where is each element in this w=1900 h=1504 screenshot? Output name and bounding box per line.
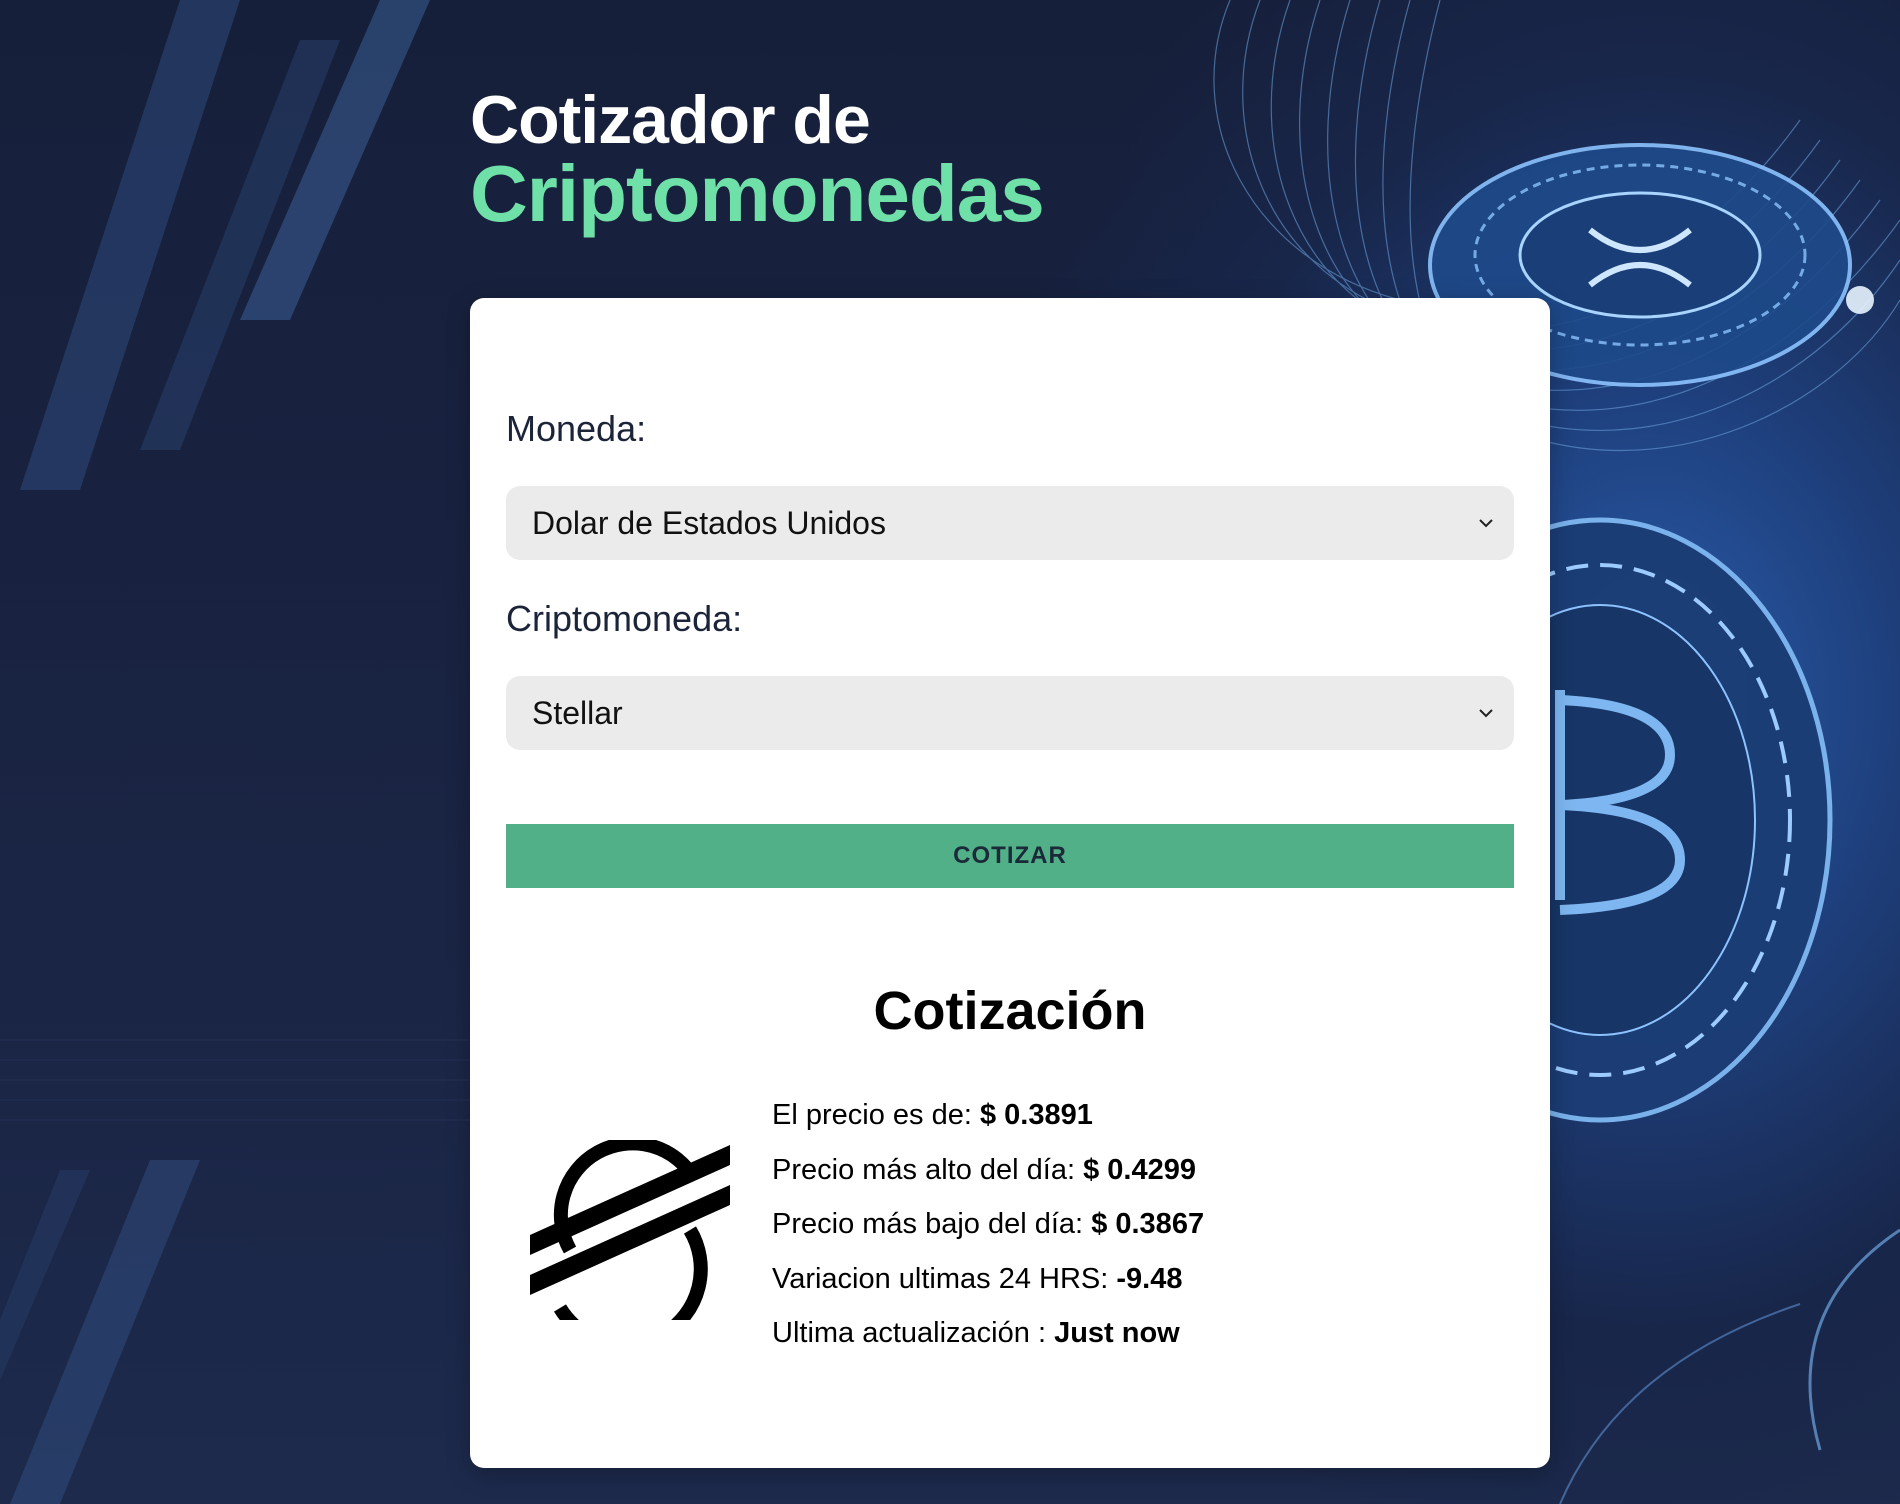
quote-form-card: Moneda: Dolar de Estados Unidos Criptomo… — [470, 298, 1550, 1468]
page-title-line1: Cotizador de — [470, 82, 871, 158]
page-header: Cotizador de Criptomonedas — [470, 82, 1045, 238]
currency-selected-value: Dolar de Estados Unidos — [532, 504, 886, 541]
low-value: $ 0.3867 — [1091, 1208, 1205, 1240]
currency-label: Moneda: — [506, 408, 647, 449]
page-title-line2: Criptomonedas — [470, 149, 1045, 238]
crypto-label: Criptomoneda: — [506, 598, 743, 639]
result-title: Cotización — [873, 981, 1147, 1041]
quote-submit-button[interactable]: COTIZAR — [506, 824, 1514, 888]
currency-select[interactable]: Dolar de Estados Unidos — [506, 486, 1514, 560]
quote-details: El precio es de: $ 0.3891 Precio más alt… — [772, 1088, 1204, 1361]
high-label: Precio más alto del día: — [772, 1153, 1076, 1186]
change-value: -9.48 — [1116, 1262, 1183, 1295]
price-label: El precio es de: — [772, 1099, 972, 1131]
updated-label: Ultima actualización : — [772, 1317, 1046, 1349]
change-row: Variacion ultimas 24 HRS: -9.48 — [772, 1252, 1204, 1307]
crypto-selected-value: Stellar — [532, 694, 623, 731]
updated-row: Ultima actualización : Just now — [772, 1306, 1204, 1361]
high-value: $ 0.4299 — [1083, 1153, 1196, 1186]
price-row: El precio es de: $ 0.3891 — [772, 1088, 1204, 1143]
crypto-select[interactable]: Stellar — [506, 676, 1514, 750]
chevron-down-icon — [1479, 519, 1493, 528]
updated-value: Just now — [1054, 1317, 1180, 1349]
stellar-logo-icon — [530, 1140, 730, 1320]
low-label: Precio más bajo del día: — [772, 1208, 1084, 1240]
change-label: Variacion ultimas 24 HRS: — [772, 1262, 1109, 1295]
chevron-down-icon — [1479, 709, 1493, 718]
price-value: $ 0.3891 — [979, 1099, 1093, 1131]
high-row: Precio más alto del día: $ 0.4299 — [772, 1143, 1204, 1198]
low-row: Precio más bajo del día: $ 0.3867 — [772, 1197, 1204, 1252]
